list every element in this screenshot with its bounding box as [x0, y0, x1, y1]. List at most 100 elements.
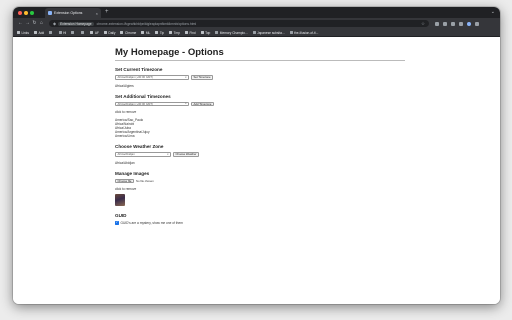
additional-timezones-heading: Set Additional Timezones [115, 93, 171, 99]
site-icon [58, 31, 62, 34]
extension-icon[interactable] [451, 21, 455, 26]
bookmark-item[interactable]: Tmp [169, 31, 180, 35]
extension-icon[interactable] [443, 21, 447, 26]
page-content: My Homepage - Options Set Current Timezo… [13, 37, 500, 304]
guid-checkbox[interactable]: ✓ [115, 221, 119, 225]
site-icon [80, 31, 84, 34]
bookmark-item[interactable]: the-illusion-of-ti... [289, 30, 319, 35]
bookmark-item[interactable]: Chrome [120, 31, 136, 35]
bookmark-label: Links [21, 30, 29, 35]
bookmark-label: HI [63, 30, 67, 35]
file-status-text: No file chosen [136, 178, 154, 183]
reload-button[interactable]: ↻ [31, 18, 38, 29]
bookmark-label: Tmp [173, 30, 180, 35]
puzzle-icon [48, 11, 52, 15]
weather-zone-heading: Choose Weather Zone [115, 144, 164, 149]
bookmark-item[interactable]: ML [141, 31, 150, 35]
folder-icon [120, 31, 124, 34]
bookmark-label: Top [205, 30, 211, 35]
guid-heading: GUID [115, 213, 127, 218]
bookmark-item[interactable]: Find [184, 30, 196, 35]
page-title: My Homepage - Options [115, 47, 405, 61]
folder-icon [184, 31, 188, 34]
folder-icon [17, 31, 20, 34]
current-timezone-select-value: Africa/Abidjan (+00:00 GMT) [117, 75, 154, 80]
bookmark-label: Tip [159, 30, 165, 35]
bookmark-label: Memory Champio... [219, 30, 248, 35]
extension-icon[interactable] [435, 21, 439, 26]
tab-strip: Extension Options × + ⌄ [13, 7, 500, 18]
extension-chip: Extension Homepage [58, 21, 94, 26]
extension-icons [435, 21, 479, 26]
add-timezone-button[interactable]: Add Timezone [191, 101, 214, 106]
menu-icon[interactable] [475, 21, 479, 26]
additional-timezone-select[interactable]: Africa/Abidjan (+00:00 GMT) ▾ [115, 101, 189, 106]
tab-title: Extension Options [54, 11, 83, 15]
current-timezone-heading: Set Current Timezone [115, 67, 163, 72]
bookmark-item[interactable]: Tip [155, 31, 164, 35]
close-window-button[interactable] [18, 10, 22, 15]
choose-weather-button[interactable]: Choose Weather [173, 152, 199, 157]
bookmark-star-icon[interactable]: ☆ [421, 21, 425, 27]
tab-search-button[interactable]: ⌄ [491, 8, 495, 17]
bookmark-item[interactable]: Daily [103, 31, 115, 35]
forward-button[interactable]: → [24, 18, 31, 29]
close-tab-icon[interactable]: × [96, 11, 98, 16]
folder-icon [103, 31, 107, 34]
browser-window: Extension Options × + ⌄ ← → ↻ ⌂ ◆ Extens… [13, 7, 500, 304]
folder-icon [169, 31, 173, 34]
choose-file-button[interactable]: Choose file [115, 178, 134, 183]
address-bar[interactable]: ◆ Extension Homepage chrome-extension://… [49, 20, 429, 27]
bookmark-label: Chrome [124, 30, 137, 35]
site-icon [49, 31, 53, 34]
bookmark-item[interactable] [71, 31, 76, 34]
weather-zone-select[interactable]: Africa/Abidjan ▾ [115, 152, 171, 157]
maximize-window-button[interactable] [30, 10, 34, 15]
bookmark-item[interactable]: Add [33, 30, 45, 35]
chevron-down-icon: ▾ [185, 75, 187, 79]
bookmark-label: Add [38, 30, 45, 35]
site-icon [289, 31, 293, 34]
manage-images-heading: Manage Images [115, 170, 150, 176]
bookmark-label: AF [94, 30, 99, 35]
folder-icon [200, 31, 204, 34]
minimize-window-button[interactable] [24, 10, 28, 15]
chevron-down-icon: ▾ [167, 152, 169, 156]
bookmark-label: Japanese subsita... [257, 30, 285, 35]
click-to-remove-hint: click to remove [115, 187, 137, 191]
set-timezone-button[interactable]: Set Timezone [191, 75, 214, 80]
profile-avatar-icon[interactable] [467, 21, 471, 26]
chevron-down-icon: ▾ [185, 102, 187, 106]
guid-checkbox-label: GUID's are a mystery, show me one of the… [120, 221, 183, 225]
bookmark-item[interactable]: Japanese subsita... [252, 30, 285, 35]
bookmark-item[interactable]: HI [58, 30, 67, 35]
additional-timezone-select-value: Africa/Abidjan (+00:00 GMT) [117, 101, 154, 106]
bookmark-label: ML [145, 30, 151, 35]
bookmark-label: Find [189, 30, 196, 35]
back-button[interactable]: ← [17, 18, 24, 29]
current-timezone-select[interactable]: Africa/Abidjan (+00:00 GMT) ▾ [115, 75, 189, 80]
weather-zone-select-value: Africa/Abidjan [117, 152, 135, 157]
bookmark-item[interactable]: Links [17, 31, 29, 35]
bookmark-item[interactable] [80, 31, 86, 34]
folder-icon [90, 31, 94, 34]
site-icon [215, 31, 219, 34]
url-text[interactable]: chrome-extension://kgeahkhkfpniklgleapla… [97, 22, 197, 26]
bookmark-item[interactable]: Memory Champio... [215, 30, 248, 35]
new-tab-button[interactable]: + [105, 8, 109, 17]
image-thumbnail[interactable] [115, 194, 125, 206]
home-button[interactable]: ⌂ [38, 18, 45, 29]
folder-icon [141, 31, 145, 34]
bookmark-label: the-illusion-of-ti... [294, 30, 319, 35]
options-page: My Homepage - Options Set Current Timezo… [115, 47, 405, 225]
tab-extension-options[interactable]: Extension Options × [45, 8, 101, 18]
folder-icon [33, 31, 37, 34]
extension-icon[interactable] [459, 21, 463, 26]
folder-icon [155, 31, 159, 34]
site-icon [252, 31, 256, 34]
puzzle-icon: ◆ [53, 21, 57, 26]
bookmark-item[interactable] [49, 31, 54, 34]
bookmark-item[interactable]: Top [200, 30, 211, 35]
browser-toolbar: ← → ↻ ⌂ ◆ Extension Homepage chrome-exte… [13, 18, 500, 29]
bookmark-item[interactable]: AF [90, 31, 99, 35]
